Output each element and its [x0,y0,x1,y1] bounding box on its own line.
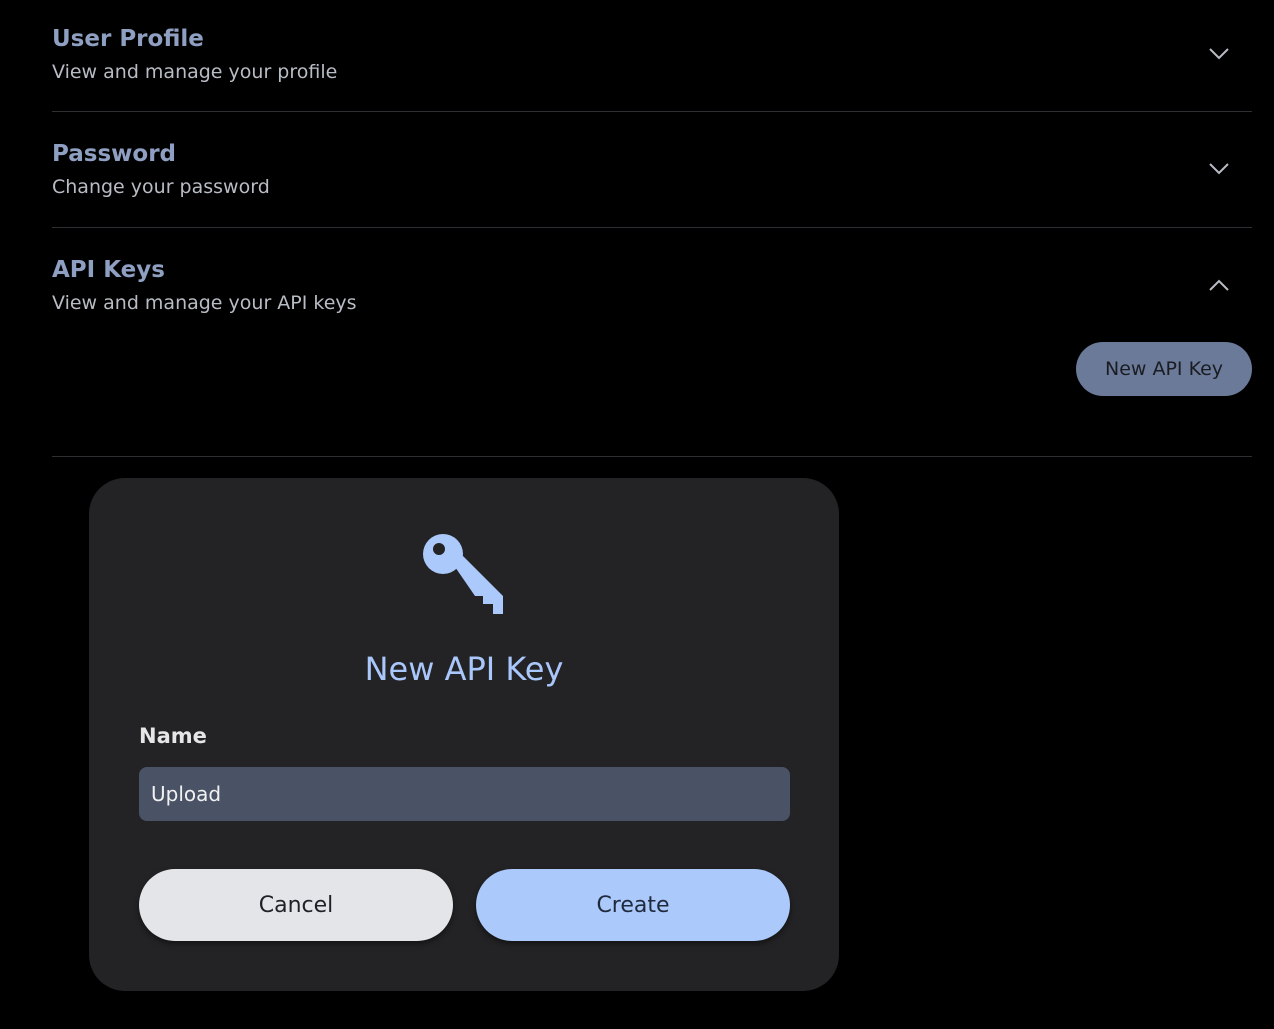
dialog-title: New API Key [364,650,564,688]
chevron-up-icon[interactable] [1208,278,1230,292]
create-button[interactable]: Create [476,869,790,941]
section-subtitle: Change your password [52,176,270,198]
name-label: Name [139,724,207,748]
section-subtitle: View and manage your profile [52,61,338,83]
chevron-down-icon[interactable] [1208,162,1230,176]
section-title: API Keys [52,257,165,283]
new-api-key-button[interactable]: New API Key [1076,342,1252,396]
section-user-profile[interactable]: User Profile View and manage your profil… [52,0,1252,111]
section-api-keys[interactable]: API Keys View and manage your API keys [52,228,1252,328]
section-title: Password [52,141,176,167]
chevron-down-icon[interactable] [1208,47,1230,61]
settings-page: User Profile View and manage your profil… [0,0,1274,1029]
new-api-key-dialog: New API Key Name Cancel Create [89,478,839,991]
section-password[interactable]: Password Change your password [52,112,1252,227]
cancel-button[interactable]: Cancel [139,869,453,941]
name-input[interactable] [139,767,790,821]
section-subtitle: View and manage your API keys [52,292,357,314]
divider [52,456,1252,457]
key-icon [423,534,503,614]
section-title: User Profile [52,26,204,52]
